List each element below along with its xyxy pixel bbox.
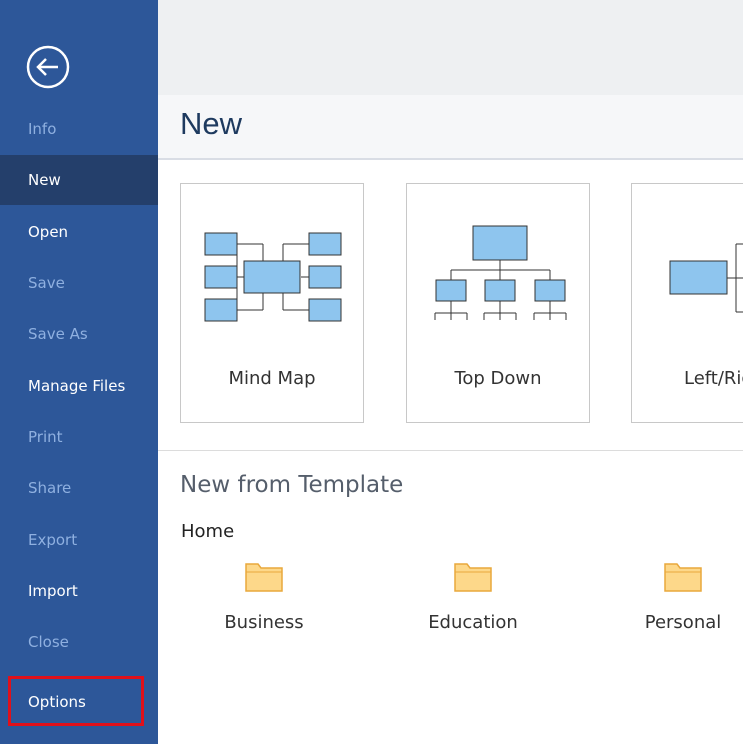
diagram-card-left-right[interactable]: Left/Rig bbox=[631, 183, 743, 423]
folder-icon bbox=[664, 563, 702, 592]
folder-icon bbox=[454, 563, 492, 592]
diagram-card-mind-map[interactable]: Mind Map bbox=[180, 183, 364, 423]
sidebar-item-open[interactable]: Open bbox=[0, 207, 158, 257]
top-bar bbox=[158, 0, 743, 95]
template-category-label: Home bbox=[181, 521, 235, 542]
folder-education[interactable]: Education bbox=[398, 560, 548, 640]
diagram-card-label: Left/Rig bbox=[684, 368, 743, 389]
section-divider bbox=[158, 450, 743, 451]
mind-map-icon bbox=[204, 232, 342, 322]
folder-personal[interactable]: Personal bbox=[608, 560, 743, 640]
sidebar-item-info[interactable]: Info bbox=[0, 104, 158, 154]
folder-label: Business bbox=[224, 612, 304, 633]
folder-business[interactable]: Business bbox=[189, 560, 339, 640]
sidebar-item-share[interactable]: Share bbox=[0, 463, 158, 513]
org-chart-icon bbox=[434, 225, 567, 320]
back-arrow-icon[interactable] bbox=[26, 45, 70, 89]
diagram-card-top-down[interactable]: Top Down bbox=[406, 183, 590, 423]
left-right-icon bbox=[669, 243, 743, 313]
sidebar-item-new[interactable]: New bbox=[0, 155, 158, 205]
title-band bbox=[158, 95, 743, 160]
sidebar-item-print[interactable]: Print bbox=[0, 412, 158, 462]
folder-label: Education bbox=[428, 612, 518, 633]
sidebar-item-save-as[interactable]: Save As bbox=[0, 309, 158, 359]
folder-icon bbox=[245, 563, 283, 592]
page-title: New bbox=[180, 106, 243, 141]
diagram-card-label: Mind Map bbox=[228, 368, 316, 389]
template-section-title: New from Template bbox=[180, 472, 404, 498]
sidebar-item-save[interactable]: Save bbox=[0, 258, 158, 308]
sidebar-item-manage-files[interactable]: Manage Files bbox=[0, 361, 158, 411]
backstage-sidebar: Info New Open Save Save As Manage Files … bbox=[0, 0, 158, 744]
sidebar-item-close[interactable]: Close bbox=[0, 617, 158, 667]
sidebar-item-export[interactable]: Export bbox=[0, 515, 158, 565]
sidebar-item-import[interactable]: Import bbox=[0, 566, 158, 616]
options-highlight-box bbox=[8, 676, 144, 726]
diagram-card-label: Top Down bbox=[454, 368, 542, 389]
folder-label: Personal bbox=[644, 612, 722, 633]
